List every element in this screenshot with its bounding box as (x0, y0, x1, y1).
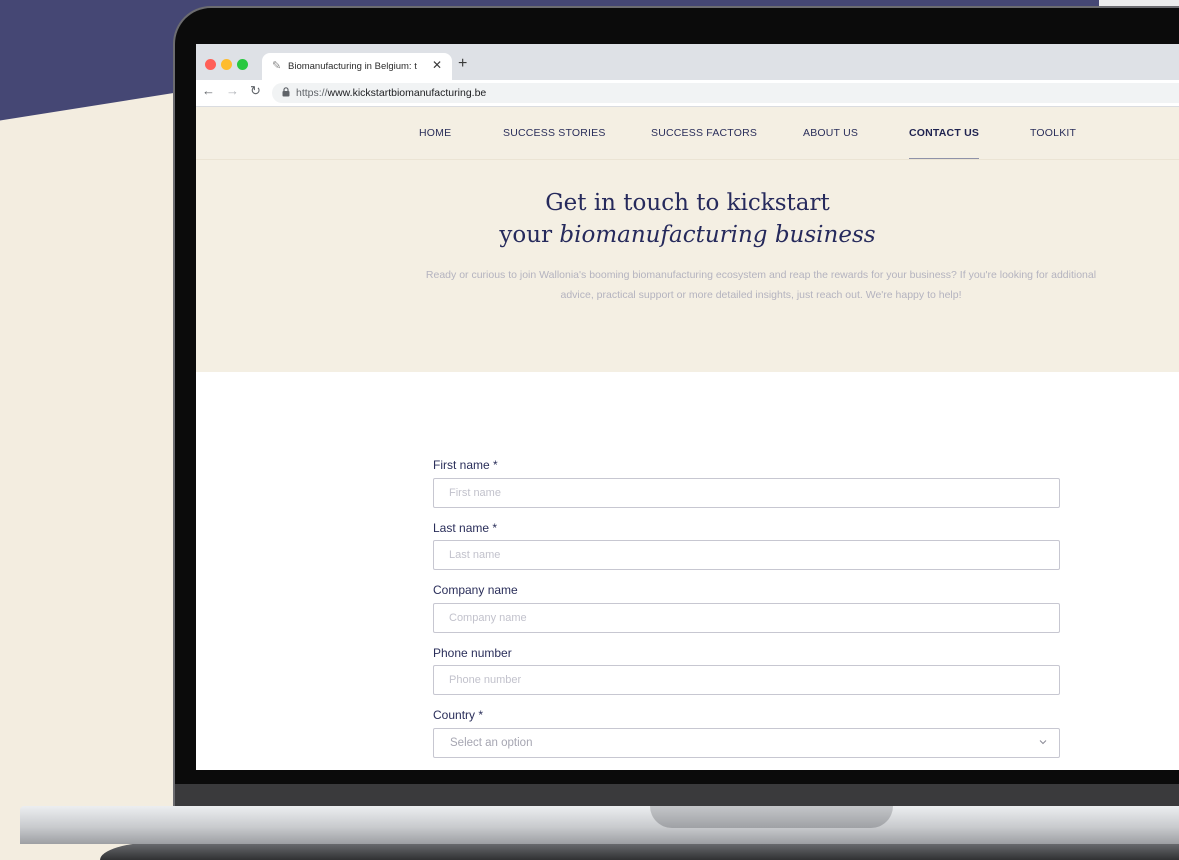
nav-item-success-stories[interactable]: SUCCESS STORIES (503, 127, 606, 139)
nav-item-toolkit[interactable]: TOOLKIT (1030, 127, 1076, 139)
url-scheme: https:// (296, 87, 328, 99)
nav-divider (196, 159, 1179, 160)
favicon-icon: ✎ (272, 60, 282, 72)
nav-item-about-us[interactable]: ABOUT US (803, 127, 858, 139)
page-title-line2: your biomanufacturing business (196, 219, 1179, 251)
reload-icon[interactable]: ↻ (250, 83, 261, 99)
site-hero-section: HOME SUCCESS STORIES SUCCESS FACTORS ABO… (196, 107, 1179, 372)
nav-item-contact-us[interactable]: CONTACT US (909, 127, 979, 139)
url-domain: www.kickstartbiomanufacturing.be (327, 87, 487, 99)
last-name-label: Last name * (433, 521, 498, 535)
laptop-base (20, 806, 1179, 844)
new-tab-button[interactable]: + (458, 55, 467, 73)
maximize-window-button[interactable] (237, 59, 248, 70)
browser-toolbar: ← → ↻ https://www.kickstartbiomanufactur… (196, 80, 1179, 107)
page-title-line2-prefix: your (499, 222, 560, 248)
laptop-base-shadow (100, 842, 1179, 860)
country-select[interactable]: Select an option (433, 728, 1060, 758)
country-select-value: Select an option (450, 737, 533, 749)
minimize-window-button[interactable] (221, 59, 232, 70)
page-title-line1: Get in touch to kickstart (545, 190, 830, 216)
laptop-screen: ✎ Biomanufacturing in Belgium: t ✕ + ← →… (196, 44, 1179, 770)
address-bar[interactable]: https://www.kickstartbiomanufacturing.be (272, 83, 1179, 103)
page-title-line2-italic: biomanufacturing business (559, 222, 876, 248)
first-name-input[interactable] (433, 478, 1060, 508)
nav-item-home[interactable]: HOME (419, 127, 451, 139)
first-name-label: First name * (433, 458, 498, 472)
company-name-label: Company name (433, 583, 518, 597)
browser-tab-strip: ✎ Biomanufacturing in Belgium: t ✕ + (196, 44, 1179, 80)
country-label: Country * (433, 708, 484, 722)
company-name-input[interactable] (433, 603, 1060, 633)
last-name-input[interactable] (433, 540, 1060, 570)
browser-tab[interactable]: ✎ Biomanufacturing in Belgium: t ✕ (262, 53, 452, 80)
url-text[interactable]: https://www.kickstartbiomanufacturing.be (296, 87, 486, 99)
back-arrow-icon[interactable]: ← (202, 83, 215, 98)
chevron-down-icon (1039, 740, 1047, 745)
nav-item-success-factors[interactable]: SUCCESS FACTORS (651, 127, 757, 139)
laptop-notch (650, 806, 893, 828)
lock-icon (282, 87, 290, 99)
site-navigation: HOME SUCCESS STORIES SUCCESS FACTORS ABO… (196, 107, 1179, 159)
phone-number-input[interactable] (433, 665, 1060, 695)
tab-close-icon[interactable]: ✕ (432, 58, 442, 72)
page-description: Ready or curious to join Wallonia's boom… (425, 269, 1097, 301)
page-title: Get in touch to kickstart your biomanufa… (196, 187, 1179, 251)
close-window-button[interactable] (205, 59, 216, 70)
tab-title: Biomanufacturing in Belgium: t (288, 61, 417, 72)
forward-arrow-icon[interactable]: → (226, 83, 239, 98)
phone-number-label: Phone number (433, 646, 512, 660)
